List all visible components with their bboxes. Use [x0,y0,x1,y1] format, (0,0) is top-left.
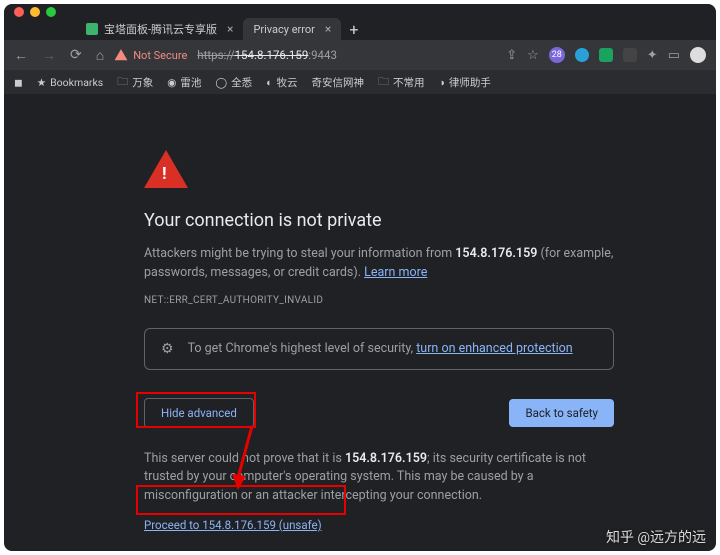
button-row: Hide advanced Back to safety [144,398,614,428]
toolbar: ← → ⟳ ⌂ Not Secure https://154.8.176.159… [4,40,716,70]
extension-icon[interactable] [623,48,637,62]
warning-paragraph: Attackers might be trying to steal your … [144,245,614,283]
tab-strip: 宝塔面板-腾讯云专享版 × Privacy error × + [4,14,716,40]
address-bar[interactable]: https://154.8.176.159:9443 [197,48,337,62]
bookmark-item[interactable]: 🗀 不常用 [378,73,425,92]
watermark: 知乎 @远方的远 [606,527,706,547]
panel-icon[interactable]: ▭ [668,48,680,63]
extensions-menu-icon[interactable]: ✦ [647,48,658,63]
host-strong: 154.8.176.159 [455,246,537,261]
forward-icon[interactable]: → [42,47,56,64]
host-strong: 154.8.176.159 [345,451,427,466]
tab-1[interactable]: Privacy error × [243,18,341,40]
tab-title: Privacy error [253,23,314,36]
bookmarks-bar: ◼ ★ Bookmarks 🗀 万象 ◉ 雷池 ◯ 全悉 ◐ 牧云 奇安信网神 … [4,70,716,94]
toolbar-right: ⇪ ☆ 28 ✦ ▭ [506,47,706,63]
folder-icon: 🗀 [378,73,389,92]
proceed-unsafe-link[interactable]: Proceed to 154.8.176.159 (unsafe) [144,518,322,532]
browser-window: 宝塔面板-腾讯云专享版 × Privacy error × + ← → ⟳ ⌂ … [4,4,716,551]
enhanced-protection-link[interactable]: turn on enhanced protection [416,341,572,356]
extension-icon[interactable] [575,48,589,62]
bookmark-item[interactable]: ★ Bookmarks [37,76,103,89]
apps-icon[interactable]: ◼ [14,76,23,89]
new-tab-button[interactable]: + [341,20,366,39]
bookmark-star-icon[interactable]: ☆ [527,48,539,63]
url-port: :9443 [308,48,337,62]
advanced-paragraph: This server could not prove that it is 1… [144,450,614,506]
bookmark-item[interactable]: ◉ 雷池 [167,75,201,90]
page-heading: Your connection is not private [144,210,716,231]
not-secure-label: Not Secure [133,49,187,62]
tab-close-icon[interactable]: × [325,22,331,36]
error-code: NET::ERR_CERT_AUTHORITY_INVALID [144,295,716,306]
bookmark-item[interactable]: ◯ 全悉 [215,75,252,90]
security-indicator[interactable]: Not Secure [114,48,187,62]
minimize-window[interactable] [30,7,40,17]
extension-icon[interactable] [599,48,613,62]
url-prefix: https:// [197,48,234,62]
warning-triangle-icon [144,150,188,188]
title-bar [4,4,716,14]
reload-icon[interactable]: ⟳ [70,47,82,63]
hide-advanced-button[interactable]: Hide advanced [144,398,254,428]
enhanced-protection-box: ⚙ To get Chrome's highest level of secur… [144,328,614,370]
profile-avatar[interactable] [690,47,706,63]
tab-0[interactable]: 宝塔面板-腾讯云专享版 × [76,17,243,41]
bookmark-item[interactable]: 🗀 万象 [117,73,153,92]
learn-more-link[interactable]: Learn more [364,265,427,280]
bookmark-item[interactable]: ◑ 律师助手 [438,75,490,90]
maximize-window[interactable] [46,7,56,17]
close-window[interactable] [14,7,24,17]
bookmark-item[interactable]: ◐ 牧云 [266,75,297,90]
back-to-safety-button[interactable]: Back to safety [509,399,614,427]
home-icon[interactable]: ⌂ [96,47,104,64]
error-page: Your connection is not private Attackers… [4,94,716,533]
tab-close-icon[interactable]: × [227,22,233,36]
warning-triangle-icon [114,48,128,62]
favicon-icon [86,23,98,35]
back-icon[interactable]: ← [14,47,28,64]
folder-icon: 🗀 [117,73,128,92]
bookmark-item[interactable]: 奇安信网神 [311,75,364,90]
url-host: 154.8.176.159 [235,48,309,62]
extension-badge[interactable]: 28 [549,47,565,63]
promo-text: To get Chrome's highest level of securit… [188,341,573,356]
tab-title: 宝塔面板-腾讯云专享版 [104,21,217,37]
share-icon[interactable]: ⇪ [506,48,517,63]
lightbulb-icon: ⚙ [161,341,174,357]
